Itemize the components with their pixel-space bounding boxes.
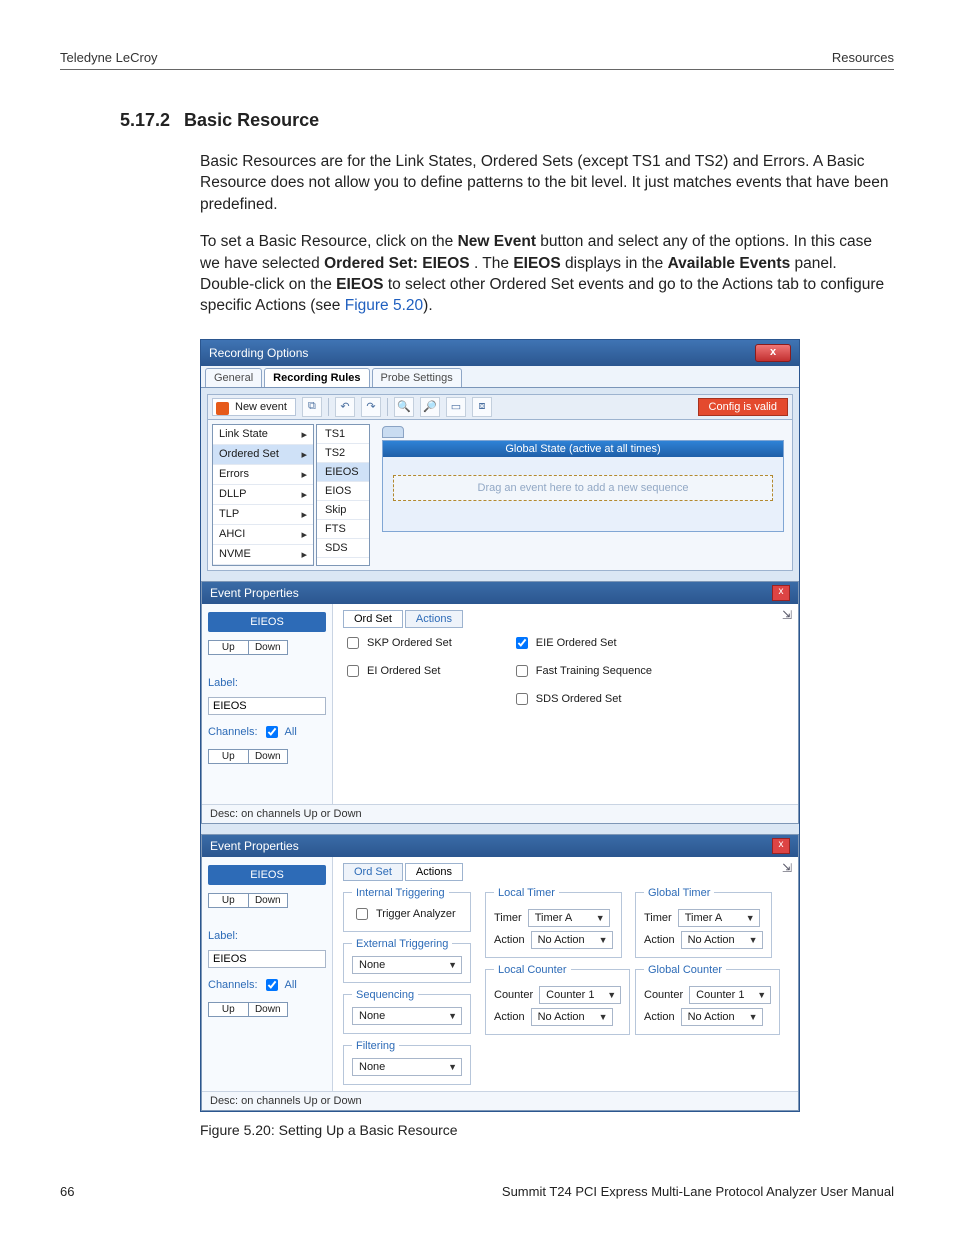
window-title: Recording Options <box>209 346 308 360</box>
zoom-in-icon[interactable]: 🔍 <box>394 397 414 417</box>
filtering-select[interactable]: None▼ <box>352 1058 462 1076</box>
figure-caption: Figure 5.20: Setting Up a Basic Resource <box>200 1122 894 1138</box>
new-event-menu[interactable]: Link State▸ Ordered Set▸ Errors▸ DLLP▸ T… <box>212 424 314 566</box>
global-counter-select[interactable]: Counter 1▼ <box>689 986 771 1004</box>
sequencing-select[interactable]: None▼ <box>352 1007 462 1025</box>
channels-all-checkbox[interactable] <box>266 726 278 738</box>
event-properties-ordset: Event Properties x EIEOS UpDown Label: C… <box>201 581 799 824</box>
manual-title: Summit T24 PCI Express Multi-Lane Protoc… <box>502 1184 894 1199</box>
drop-zone[interactable]: Drag an event here to add a new sequence <box>393 475 773 501</box>
fit-icon[interactable]: ▭ <box>446 397 466 417</box>
tab-ordset[interactable]: Ord Set <box>343 863 403 881</box>
close-icon[interactable]: x <box>772 585 790 601</box>
global-timer-group: Global Timer Timer Timer A▼ Action No Ac… <box>635 887 772 958</box>
channels-caption: Channels: <box>208 726 258 738</box>
sequencing-group: Sequencing None▼ <box>343 989 471 1034</box>
up-down-toggle[interactable]: UpDown <box>208 893 288 908</box>
up-down-toggle[interactable]: UpDown <box>208 749 288 764</box>
page-number: 66 <box>60 1184 74 1199</box>
redo-icon[interactable]: ↷ <box>361 397 381 417</box>
filtering-group: Filtering None▼ <box>343 1040 471 1085</box>
tab-recording-rules[interactable]: Recording Rules <box>264 368 369 387</box>
external-triggering-group: External Triggering None▼ <box>343 938 471 983</box>
internal-triggering-group: Internal Triggering Trigger Analyzer <box>343 887 471 932</box>
up-down-toggle[interactable]: UpDown <box>208 1002 288 1017</box>
global-state-panel: Global State (active at all times) Drag … <box>382 440 784 532</box>
channels-caption: Channels: <box>208 979 258 991</box>
event-desc: Desc: on channels Up or Down <box>202 804 798 823</box>
trigger-analyzer-checkbox[interactable] <box>356 908 368 920</box>
figure-link[interactable]: Figure 5.20 <box>345 297 423 314</box>
tab-general[interactable]: General <box>205 368 262 387</box>
event-badge: EIEOS <box>208 865 326 885</box>
pin-icon[interactable]: ⇲ <box>782 608 792 622</box>
channels-all-checkbox[interactable] <box>266 979 278 991</box>
label-caption: Label: <box>208 677 326 689</box>
label-input[interactable] <box>208 697 326 715</box>
ei-checkbox[interactable] <box>347 665 359 677</box>
layout-icon[interactable]: ⧈ <box>472 397 492 417</box>
undo-icon[interactable]: ↶ <box>335 397 355 417</box>
section-title: Basic Resource <box>184 110 319 131</box>
label-input[interactable] <box>208 950 326 968</box>
skp-checkbox[interactable] <box>347 637 359 649</box>
paragraph-1: Basic Resources are for the Link States,… <box>200 151 894 215</box>
global-counter-group: Global Counter Counter Counter 1▼ Action… <box>635 964 780 1035</box>
global-timer-action-select[interactable]: No Action▼ <box>681 931 763 949</box>
local-timer-group: Local Timer Timer Timer A▼ Action No Act… <box>485 887 622 958</box>
event-badge: EIEOS <box>208 612 326 632</box>
new-event-button[interactable]: New event <box>212 398 296 416</box>
sds-checkbox[interactable] <box>516 693 528 705</box>
global-timer-select[interactable]: Timer A▼ <box>678 909 760 927</box>
paragraph-2: To set a Basic Resource, click on the Ne… <box>200 231 894 317</box>
eie-checkbox[interactable] <box>516 637 528 649</box>
tab-ordset[interactable]: Ord Set <box>343 610 403 628</box>
sequence-tab[interactable] <box>382 426 404 438</box>
up-down-toggle[interactable]: UpDown <box>208 640 288 655</box>
config-valid-badge: Config is valid <box>698 398 788 416</box>
global-state-title: Global State (active at all times) <box>383 441 783 457</box>
local-counter-select[interactable]: Counter 1▼ <box>539 986 621 1004</box>
zoom-out-icon[interactable]: 🔎 <box>420 397 440 417</box>
event-properties-actions: Event Properties x EIEOS UpDown Label: C… <box>201 834 799 1111</box>
event-desc: Desc: on channels Up or Down <box>202 1091 798 1110</box>
tab-probe-settings[interactable]: Probe Settings <box>372 368 462 387</box>
fts-checkbox[interactable] <box>516 665 528 677</box>
section-number: 5.17.2 <box>120 110 170 131</box>
local-timer-select[interactable]: Timer A▼ <box>528 909 610 927</box>
tab-actions[interactable]: Actions <box>405 863 463 881</box>
header-left: Teledyne LeCroy <box>60 50 158 65</box>
ordered-set-submenu[interactable]: TS1 TS2 EIEOS EIOS Skip FTS SDS <box>316 424 370 566</box>
tab-actions[interactable]: Actions <box>405 610 463 628</box>
figure-5-20: Recording Options x General Recording Ru… <box>200 339 800 1112</box>
label-caption: Label: <box>208 930 326 942</box>
local-counter-action-select[interactable]: No Action▼ <box>531 1008 613 1026</box>
copy-icon[interactable]: ⧉ <box>302 397 322 417</box>
close-icon[interactable]: x <box>772 838 790 854</box>
close-icon[interactable]: x <box>755 344 791 362</box>
pin-icon[interactable]: ⇲ <box>782 861 792 875</box>
header-right: Resources <box>832 50 894 65</box>
external-trigger-select[interactable]: None▼ <box>352 956 462 974</box>
global-counter-action-select[interactable]: No Action▼ <box>681 1008 763 1026</box>
local-counter-group: Local Counter Counter Counter 1▼ Action … <box>485 964 630 1035</box>
local-timer-action-select[interactable]: No Action▼ <box>531 931 613 949</box>
